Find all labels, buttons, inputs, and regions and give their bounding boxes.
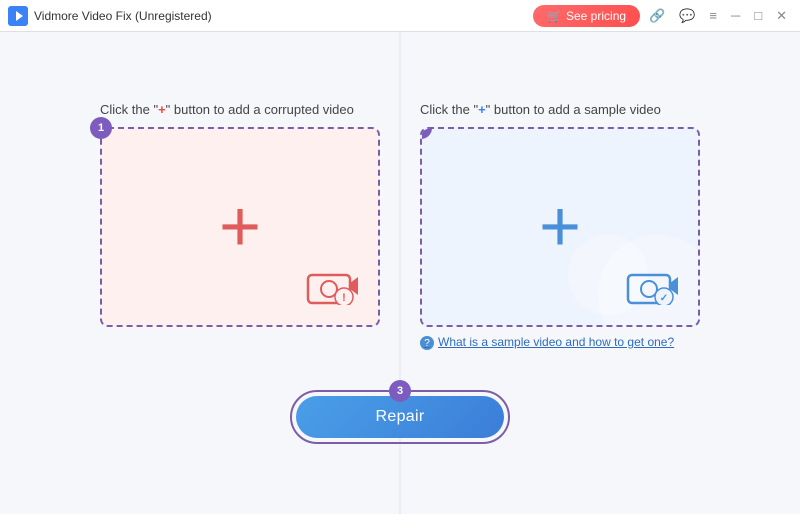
left-panel-wrapper: Click the "+" button to add a corrupted … (100, 102, 380, 327)
sample-camera-icon: ✓ (626, 267, 678, 305)
main-content: Click the "+" button to add a corrupted … (0, 32, 800, 514)
maximize-button[interactable]: □ (749, 6, 767, 25)
title-bar: Vidmore Video Fix (Unregistered) 🛒 See p… (0, 0, 800, 32)
title-bar-right: 🛒 See pricing 🔗 💬 ≡ ─ □ ✕ (533, 5, 792, 27)
svg-text:!: ! (342, 292, 346, 304)
right-panel-wrapper: Click the "+" button to add a sample vid… (420, 102, 700, 350)
menu-icon[interactable]: ≡ (704, 6, 722, 25)
left-panel-label: Click the "+" button to add a corrupted … (100, 102, 354, 117)
see-pricing-button[interactable]: 🛒 See pricing (533, 5, 640, 27)
repair-section: 3 Repair (290, 390, 511, 444)
left-plus-highlight: + (158, 102, 166, 117)
right-plus-highlight: + (478, 102, 486, 117)
app-title: Vidmore Video Fix (Unregistered) (34, 9, 212, 23)
help-icon: ? (420, 336, 434, 350)
repair-button-label: Repair (376, 408, 425, 425)
minimize-button[interactable]: ─ (726, 6, 745, 25)
pricing-label: See pricing (566, 9, 626, 23)
step-badge-1: 1 (90, 117, 112, 139)
repair-wrapper: 3 Repair (290, 390, 511, 444)
step-badge-2: 2 (420, 127, 432, 139)
help-link-text: What is a sample video and how to get on… (438, 335, 674, 349)
right-panel-label: Click the "+" button to add a sample vid… (420, 102, 661, 117)
step-badge-3: 3 (389, 380, 411, 402)
corrupted-video-upload-box[interactable]: 1 + ! (100, 127, 380, 327)
title-bar-left: Vidmore Video Fix (Unregistered) (8, 6, 212, 26)
cart-icon: 🛒 (547, 9, 562, 23)
chat-icon[interactable]: 💬 (674, 6, 700, 26)
sample-video-upload-box[interactable]: 2 + ✓ (420, 127, 700, 327)
corrupted-camera-icon: ! (306, 267, 358, 305)
app-logo-icon (8, 6, 28, 26)
sample-video-help-link[interactable]: ? What is a sample video and how to get … (420, 335, 674, 350)
svg-text:✓: ✓ (660, 293, 668, 304)
repair-button[interactable]: Repair (296, 396, 505, 438)
link-icon[interactable]: 🔗 (644, 6, 670, 26)
close-button[interactable]: ✕ (771, 6, 792, 26)
add-corrupted-plus-icon: + (219, 191, 261, 263)
